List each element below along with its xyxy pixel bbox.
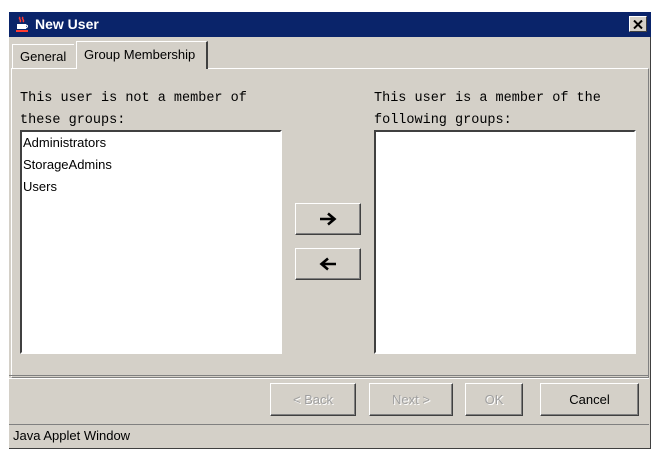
arrow-right-icon	[320, 212, 337, 226]
close-icon	[633, 19, 643, 29]
member-label: This user is a member of the following g…	[374, 91, 601, 128]
tab-general[interactable]: General	[12, 44, 74, 68]
window-title: New User	[35, 16, 99, 32]
tab-group-membership[interactable]: Group Membership	[76, 41, 208, 69]
next-button[interactable]: Next >	[369, 383, 453, 416]
arrow-left-icon	[319, 257, 336, 271]
list-item[interactable]: Users	[22, 176, 280, 198]
available-groups-list[interactable]: Administrators StorageAdmins Users	[20, 130, 282, 354]
cancel-button[interactable]: Cancel	[540, 383, 639, 416]
list-item[interactable]: Administrators	[22, 132, 280, 154]
java-cup-icon	[16, 16, 29, 32]
new-user-dialog: New User General Group Membership This u…	[9, 12, 651, 449]
remove-from-group-button[interactable]	[295, 248, 361, 280]
list-item[interactable]: StorageAdmins	[22, 154, 280, 176]
title-bar[interactable]: New User	[9, 12, 651, 37]
back-button[interactable]: < Back	[270, 383, 356, 416]
ok-button[interactable]: OK	[465, 383, 523, 416]
tab-group-membership-label: Group Membership	[84, 47, 196, 62]
add-to-group-button[interactable]	[295, 203, 361, 235]
not-member-label: This user is not a member of these group…	[20, 91, 247, 128]
member-groups-list[interactable]	[374, 130, 636, 354]
tab-general-label: General	[20, 49, 67, 64]
close-button[interactable]	[629, 16, 647, 32]
button-separator	[9, 375, 649, 379]
status-bar: Java Applet Window	[9, 424, 649, 446]
